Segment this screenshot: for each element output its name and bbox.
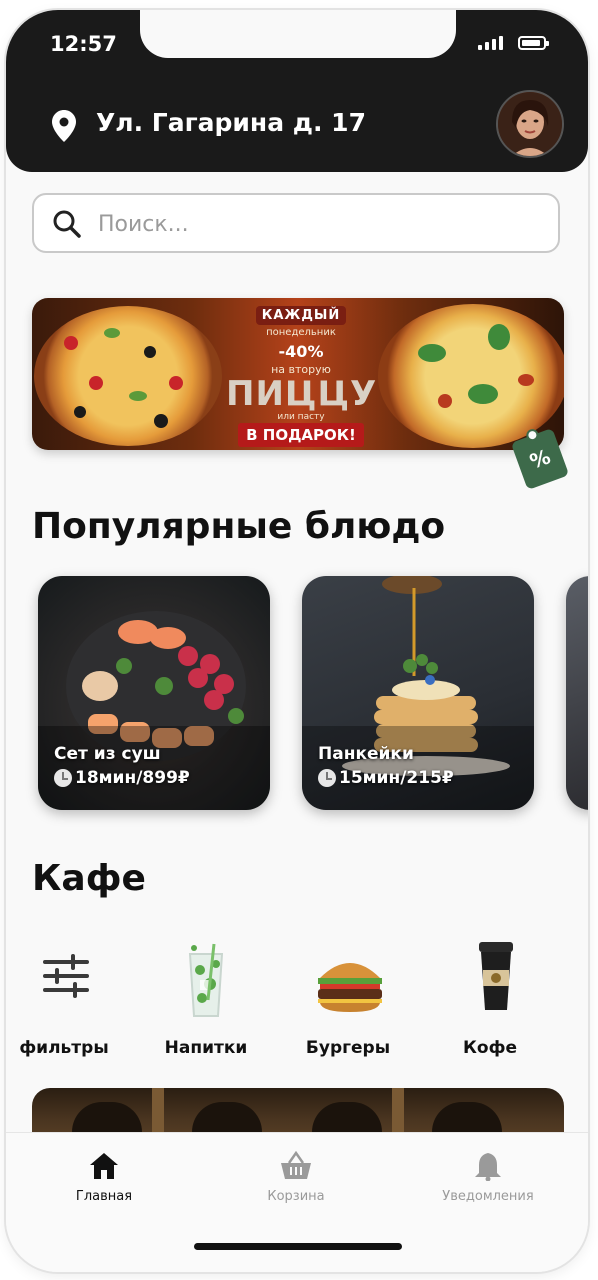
delivery-address[interactable]: Ул. Гагарина д. 17: [96, 108, 366, 137]
signal-icon: [478, 36, 503, 50]
home-icon: [90, 1153, 118, 1179]
pizza-image-left: [34, 306, 222, 446]
promo-headline: ПИЦЦУ: [226, 374, 378, 414]
app-header: 12:57 Ул. Гагарина д. 17: [6, 10, 588, 172]
category-label: Напитки: [164, 1038, 248, 1058]
filter-sliders-icon: [43, 954, 89, 998]
search-field[interactable]: [32, 193, 560, 253]
popular-section-title: Популярные блюдо: [32, 506, 446, 547]
promo-banner[interactable]: КАЖДЫЙ понедельник -40% на вторую ПИЦЦУ …: [32, 298, 564, 450]
battery-icon: [518, 36, 549, 50]
burger-icon: [318, 963, 382, 1012]
status-time: 12:57: [50, 32, 117, 56]
search-input[interactable]: [96, 205, 540, 243]
dish-card-pancakes[interactable]: Панкейки 15мин/215₽: [302, 576, 534, 810]
category-coffee[interactable]: [436, 940, 556, 1020]
dish-card-partial[interactable]: [566, 576, 588, 810]
category-filters[interactable]: [6, 940, 126, 1002]
cafe-section-title: Кафе: [32, 858, 146, 899]
drink-glass-icon: [188, 943, 224, 1017]
clock-icon: [54, 769, 72, 787]
user-avatar[interactable]: [496, 90, 564, 158]
location-pin-icon: [52, 110, 76, 142]
device-notch: [140, 10, 456, 58]
dish-card-sushi[interactable]: Сет из суш 18мин/899₽: [38, 576, 270, 810]
tab-label: Главная: [75, 1189, 133, 1204]
category-label: Бургеры: [305, 1038, 391, 1058]
dish-name: Панкейки: [318, 744, 414, 764]
tab-label: Корзина: [267, 1189, 325, 1204]
coffee-cup-icon: [479, 942, 513, 1010]
dish-time-price: 15мин/215₽: [339, 768, 454, 788]
dish-time-price: 18мин/899₽: [75, 768, 190, 788]
tab-label: Уведомления: [442, 1189, 534, 1204]
promo-line-1: КАЖДЫЙ: [255, 306, 347, 325]
phone-screen: 12:57 Ул. Гагарина д. 17 Поиск... КАЖДЫЙ…: [6, 10, 588, 1272]
search-icon: [53, 210, 81, 238]
promo-gift: В ПОДАРОК!: [238, 423, 364, 447]
clock-icon: [318, 769, 336, 787]
dish-meta: 18мин/899₽: [54, 768, 190, 788]
promo-line-2: понедельник: [266, 327, 336, 338]
bottom-tab-bar: Главная Корзина Уведомления: [6, 1132, 588, 1272]
basket-icon: [281, 1150, 311, 1179]
category-label: фильтры: [19, 1038, 109, 1058]
tab-home[interactable]: Главная: [24, 1151, 184, 1204]
category-label: Кофе: [463, 1038, 517, 1058]
discount-tag-symbol: %: [526, 444, 554, 474]
category-burgers[interactable]: [290, 940, 410, 1020]
bell-icon: [475, 1153, 501, 1182]
pizza-image-right: [378, 304, 564, 448]
category-drinks[interactable]: [146, 940, 266, 1024]
dish-name: Сет из суш: [54, 744, 161, 764]
promo-discount: -40%: [278, 342, 324, 361]
dish-meta: 15мин/215₽: [318, 768, 454, 788]
home-indicator[interactable]: [194, 1243, 402, 1250]
tab-notifications[interactable]: Уведомления: [408, 1151, 568, 1204]
promo-text-block: КАЖДЫЙ понедельник -40% на вторую ПИЦЦУ …: [226, 304, 376, 447]
tab-basket[interactable]: Корзина: [216, 1150, 376, 1204]
